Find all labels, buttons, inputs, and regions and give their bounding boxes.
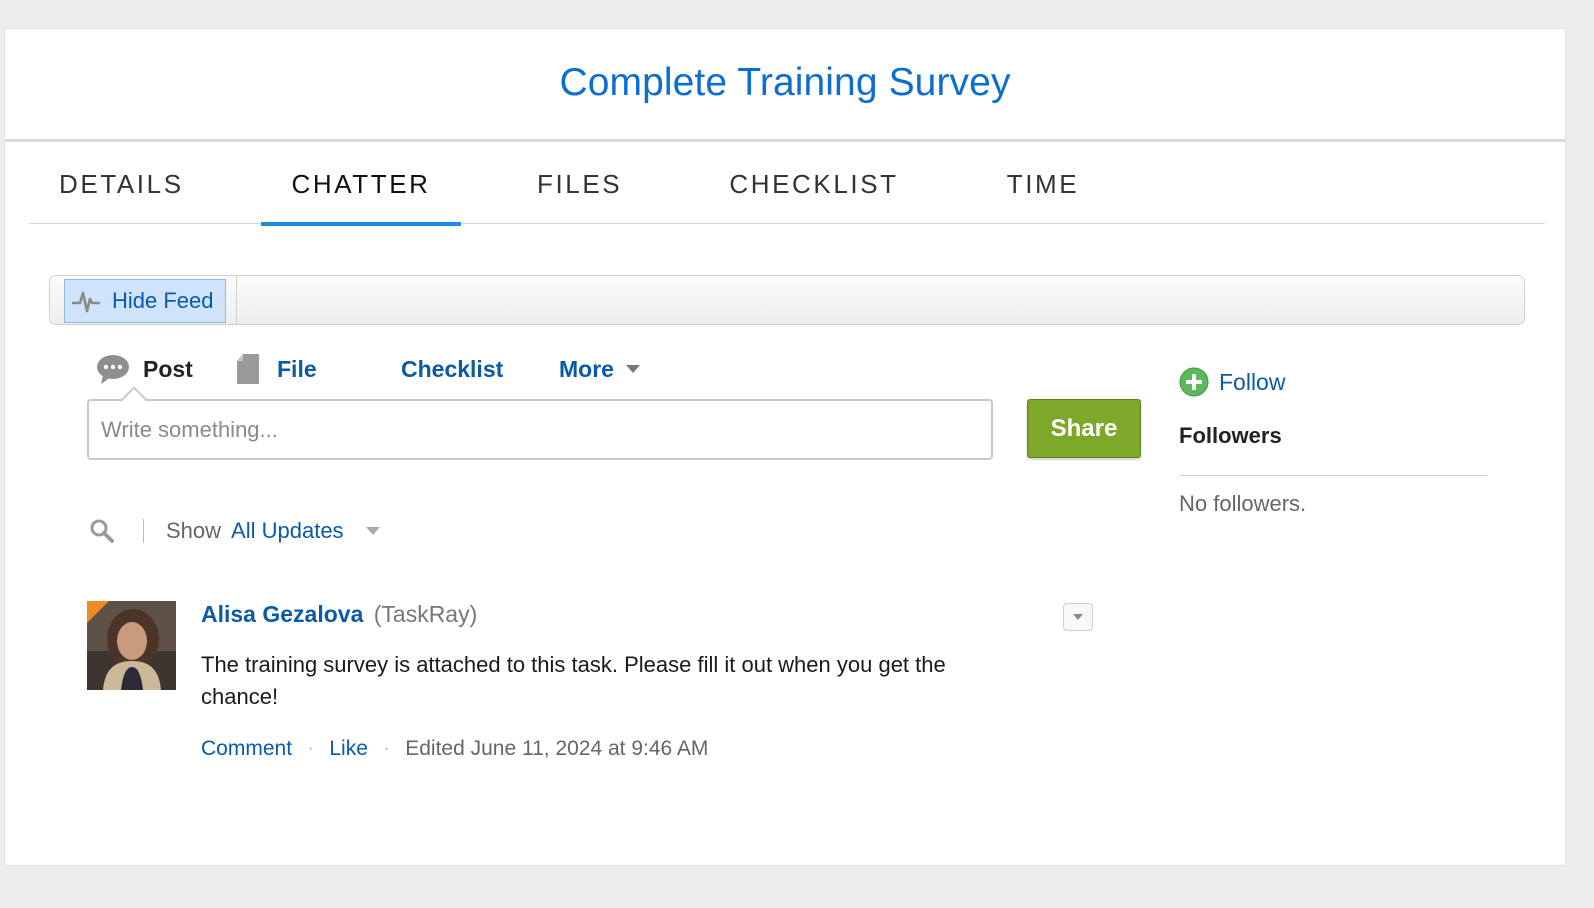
- write-something-input[interactable]: [101, 411, 971, 449]
- toolbar-divider: [236, 276, 237, 324]
- hide-feed-button[interactable]: Hide Feed: [64, 279, 226, 323]
- like-link[interactable]: Like: [329, 737, 368, 761]
- feed-filter: Show All Updates: [89, 513, 489, 549]
- no-followers-text: No followers.: [1179, 491, 1307, 516]
- post-body: The training survey is attached to this …: [201, 652, 946, 709]
- chevron-down-icon: [1073, 614, 1083, 620]
- followers-sidebar: Follow Followers No followers.: [1179, 363, 1489, 563]
- share-button[interactable]: Share: [1027, 399, 1141, 458]
- document-icon: [235, 352, 261, 386]
- post-actions: Comment · Like · Edited June 11, 2024 at…: [201, 737, 708, 761]
- publisher-tab-file[interactable]: File: [235, 349, 317, 389]
- action-separator: ·: [308, 740, 314, 757]
- tab-details[interactable]: DETAILS: [59, 169, 183, 224]
- show-label: Show: [166, 518, 222, 543]
- composer-pointer: [121, 386, 147, 412]
- author-name-link[interactable]: Alisa Gezalova: [201, 601, 363, 627]
- task-panel: Complete Training Survey DETAILS CHATTER…: [4, 28, 1566, 866]
- feed-post: Alisa Gezalova (TaskRay) The training su…: [87, 601, 1097, 801]
- edited-timestamp: Edited June 11, 2024 at 9:46 AM: [405, 737, 709, 760]
- tab-chatter[interactable]: CHATTER: [261, 169, 461, 226]
- plus-circle-icon: [1179, 367, 1209, 397]
- publisher-tab-post[interactable]: Post: [95, 349, 193, 389]
- title-bar: Complete Training Survey: [5, 29, 1565, 142]
- feed-toolbar: Hide Feed: [49, 275, 1525, 325]
- filter-select[interactable]: All Updates: [231, 518, 344, 544]
- follow-button[interactable]: Follow: [1179, 367, 1285, 397]
- publisher-tabs: Post File Checklist More: [91, 349, 691, 389]
- author-org: (TaskRay): [373, 601, 478, 627]
- avatar[interactable]: [87, 601, 176, 690]
- filter-caret-icon[interactable]: [365, 527, 380, 535]
- post-menu-button[interactable]: [1063, 603, 1093, 631]
- post-author: Alisa Gezalova (TaskRay): [201, 601, 477, 628]
- caret-down-icon: [625, 365, 640, 373]
- publisher-tab-checklist[interactable]: Checklist: [401, 349, 503, 389]
- followers-heading: Followers: [1179, 423, 1282, 448]
- followers-divider: [1179, 475, 1487, 476]
- follow-label: Follow: [1219, 368, 1286, 395]
- search-icon[interactable]: [89, 518, 115, 544]
- publisher-tab-post-label: Post: [143, 355, 193, 382]
- pulse-icon: [72, 287, 100, 315]
- hide-feed-label: Hide Feed: [112, 288, 214, 313]
- page-title: Complete Training Survey: [559, 60, 1011, 104]
- filter-divider: [143, 519, 144, 543]
- publisher-tab-more[interactable]: More: [559, 349, 640, 389]
- publisher-tab-more-label: More: [559, 355, 614, 382]
- action-separator: ·: [383, 740, 390, 757]
- publisher-tab-checklist-label: Checklist: [401, 355, 504, 382]
- tab-time[interactable]: TIME: [1005, 169, 1081, 224]
- speech-bubble-icon: [95, 353, 131, 385]
- post-composer: [87, 386, 993, 460]
- tab-bar: DETAILS CHATTER FILES CHECKLIST TIME: [29, 145, 1545, 226]
- comment-link[interactable]: Comment: [201, 737, 292, 761]
- tab-files[interactable]: FILES: [537, 169, 621, 224]
- publisher-tab-file-label: File: [277, 355, 317, 382]
- tab-checklist[interactable]: CHECKLIST: [729, 169, 899, 224]
